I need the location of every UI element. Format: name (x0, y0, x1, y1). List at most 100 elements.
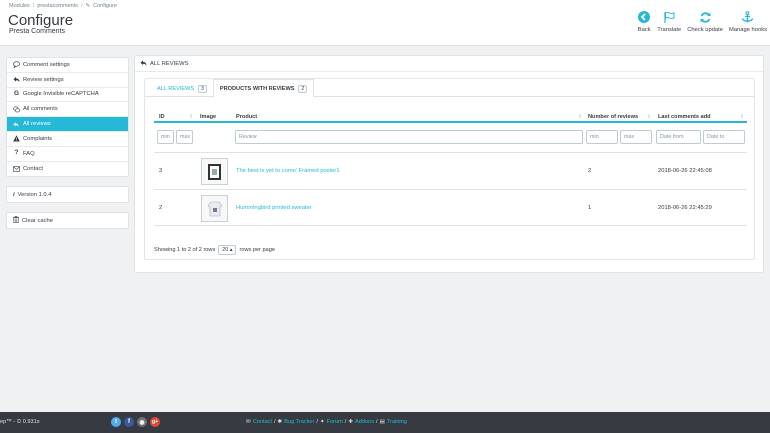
column-last-comments-add[interactable]: Last comments add (658, 114, 711, 120)
filter-row: min max Review min max Date from Date to (154, 130, 747, 146)
breadcrumb-prestacomments[interactable]: prestacomments (37, 3, 78, 9)
page-title: Configure (8, 12, 74, 29)
rows-per-page-select[interactable]: 20 ▴ (218, 245, 237, 255)
sidebar-item-label: All reviews (23, 121, 51, 128)
back-icon (637, 10, 651, 24)
check-update-button[interactable]: Check update (687, 10, 723, 33)
manage-hooks-label: Manage hooks (728, 27, 767, 33)
footer-version: ep™ - ⏲ 0.931s (0, 419, 40, 425)
separator: / (316, 419, 318, 425)
row-id: 2 (159, 204, 163, 211)
anchor-icon (741, 10, 755, 24)
info-icon: i (13, 191, 15, 198)
reviews-min-filter[interactable]: min (586, 130, 618, 144)
sidebar-item-google-recaptcha[interactable]: G Google Invisible reCAPTCHA (7, 88, 128, 103)
sidebar: Comment settings Review settings G Googl… (6, 57, 129, 230)
id-max-filter[interactable]: max (176, 130, 193, 144)
version-label: Version 1.0.4 (17, 191, 52, 198)
clear-cache-label: Clear cache (22, 217, 53, 224)
breadcrumb-separator: / (80, 3, 83, 9)
id-min-filter[interactable]: min (157, 130, 174, 144)
sidebar-item-label: Google Invisible reCAPTCHA (23, 91, 99, 98)
panel-header: ALL REVIEWS (135, 56, 763, 72)
pencil-icon: ✎ (85, 3, 91, 9)
clear-cache-button[interactable]: Clear cache (6, 212, 129, 230)
sort-icon[interactable]: ⇕ (740, 114, 744, 120)
row-last-comment-date: 2018-06-26 22:45:08 (658, 168, 712, 174)
twitter-icon[interactable]: t (111, 417, 121, 427)
sidebar-item-label: FAQ (23, 150, 35, 157)
footer-bar: ep™ - ⏲ 0.931s t f ◉ g+ ✉ Contact / ✱ Bu… (0, 412, 770, 433)
footer-links: ✉ Contact / ✱ Bug Tracker / ✦ Forum / ✚ … (246, 419, 407, 425)
table-row[interactable]: 2 Hummingbird printed sweater 1 2018-06-… (154, 189, 747, 226)
separator: / (376, 419, 378, 425)
version-card: i Version 1.0.4 (6, 186, 129, 204)
footer-link-addons[interactable]: Addons (355, 419, 374, 425)
comment-icon (13, 61, 20, 69)
separator: / (344, 419, 347, 425)
sidebar-item-contact[interactable]: Contact (7, 162, 128, 177)
sort-icon[interactable]: ⇕ (578, 114, 582, 120)
tab-label: PRODUCTS WITH REVIEWS (219, 85, 295, 92)
breadcrumb-modules[interactable]: Modules (9, 3, 30, 9)
facebook-icon[interactable]: f (124, 417, 134, 427)
tab-all-reviews[interactable]: ALL REVIEWS 3 (151, 80, 213, 97)
reviews-max-filter[interactable]: max (620, 130, 652, 144)
row-last-comment-date: 2018-06-26 22:45:29 (658, 204, 712, 211)
trash-icon (13, 216, 19, 225)
column-product[interactable]: Product (236, 114, 257, 120)
footer-link-contact[interactable]: Contact (253, 419, 272, 425)
date-to-filter[interactable]: Date to (703, 130, 745, 144)
tab-products-with-reviews[interactable]: PRODUCTS WITH REVIEWS 2 (212, 79, 315, 98)
sort-icon[interactable]: ⇕ (647, 114, 651, 120)
tab-count-badge: 3 (198, 84, 207, 93)
reply-icon (140, 60, 147, 68)
column-image: Image (200, 114, 217, 120)
table-row[interactable]: 3 The best is yet to come' Framed poster… (154, 152, 747, 189)
puzzle-icon: ✚ (348, 419, 354, 425)
social-links: t f ◉ g+ (111, 417, 160, 427)
bug-icon: ✱ (277, 419, 283, 425)
row-number-of-reviews: 1 (588, 204, 592, 211)
column-number-of-reviews[interactable]: Number of reviews (588, 114, 638, 120)
breadcrumb-separator: / (32, 3, 35, 9)
sidebar-item-label: Comment settings (23, 61, 70, 68)
sidebar-item-label: All comments (23, 106, 58, 113)
translate-label: Translate (657, 27, 682, 33)
sidebar-item-comment-settings[interactable]: Comment settings (7, 58, 128, 73)
google-plus-icon[interactable]: g+ (150, 417, 160, 427)
sidebar-item-label: Review settings (23, 76, 64, 83)
breadcrumb: Modules / prestacomments / ✎ Configure (9, 3, 117, 9)
sidebar-menu: Comment settings Review settings G Googl… (6, 57, 129, 178)
panel-title: ALL REVIEWS (150, 60, 189, 67)
footer-link-bug-tracker[interactable]: Bug Tracker (284, 419, 314, 425)
sidebar-item-complaints[interactable]: Complaints (7, 132, 128, 147)
translate-button[interactable]: Translate (657, 10, 681, 33)
warning-icon (13, 135, 20, 142)
toolbar: Back Translate Check update Manage hooks (637, 10, 767, 33)
github-icon[interactable]: ◉ (137, 417, 147, 427)
row-number-of-reviews: 2 (588, 168, 592, 174)
sidebar-item-all-reviews[interactable]: All reviews (7, 117, 128, 132)
manage-hooks-button[interactable]: Manage hooks (729, 10, 767, 33)
table-header: ID ⇕ Image Product ⇕ Number of reviews ⇕… (154, 112, 747, 123)
sidebar-item-all-comments[interactable]: All comments (7, 102, 128, 118)
row-product-link[interactable]: The best is yet to come' Framed poster1 (236, 168, 340, 174)
tab-count-badge: 2 (298, 84, 308, 93)
reply-icon (13, 76, 20, 83)
date-from-filter[interactable]: Date from (656, 130, 701, 144)
sidebar-item-review-settings[interactable]: Review settings (7, 73, 128, 88)
row-product-link[interactable]: Hummingbird printed sweater (236, 205, 312, 211)
review-filter[interactable]: Review (235, 130, 583, 144)
sidebar-item-faq[interactable]: ? FAQ (7, 147, 128, 162)
footer-link-training[interactable]: Training (387, 419, 407, 425)
sort-icon[interactable]: ⇕ (189, 114, 193, 120)
caret-down-icon: ▴ (229, 247, 233, 253)
column-id[interactable]: ID (159, 114, 165, 120)
back-button[interactable]: Back (637, 10, 651, 33)
book-icon: ▤ (379, 419, 385, 425)
header-bar: Modules / prestacomments / ✎ Configure C… (0, 0, 770, 46)
footer-link-forum[interactable]: Forum (327, 419, 343, 425)
reviews-icon (13, 121, 20, 128)
reviews-inner-card: ALL REVIEWS 3 PRODUCTS WITH REVIEWS 2 ID… (144, 78, 755, 260)
